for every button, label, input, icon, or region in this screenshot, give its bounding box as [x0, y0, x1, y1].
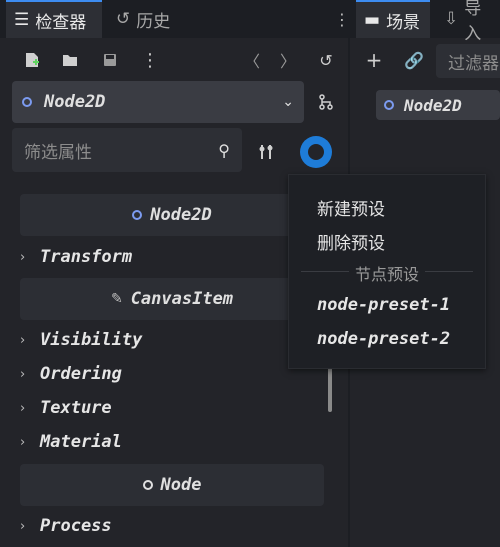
search-icon: ⚲ [218, 140, 230, 160]
filter-placeholder: 筛选属性 [24, 142, 92, 163]
scene-icon: ▬ [364, 10, 381, 30]
history-icon[interactable]: ↺ [314, 48, 338, 72]
property-visibility-label: Visibility [40, 330, 143, 350]
property-ordering-label: Ordering [40, 364, 122, 384]
menu-item-preset-1[interactable]: node-preset-1 [317, 295, 450, 315]
tab-menu-icon[interactable]: ⋮ [334, 10, 350, 29]
node-tree-icon[interactable] [314, 90, 338, 114]
property-transform-label: Transform [40, 247, 133, 267]
tab-import-label: 导入 [464, 0, 482, 44]
import-icon: ⇩ [444, 9, 459, 29]
tab-history-label: 历史 [136, 11, 171, 32]
chevron-right-icon: › [20, 332, 26, 348]
property-transform[interactable]: › Transform [20, 242, 132, 272]
node-selector-value: Node2D [44, 92, 106, 112]
scene-tree-item-label: Node2D [404, 95, 462, 115]
property-texture[interactable]: › Texture [20, 393, 112, 423]
open-folder-icon[interactable] [58, 48, 82, 72]
scene-filter-input[interactable]: 过滤器 [436, 44, 500, 78]
property-material[interactable]: › Material [20, 427, 122, 457]
node-preset-popup: 新建预设 删除预设 节点预设 node-preset-1 node-preset… [288, 174, 486, 369]
link-icon[interactable]: 🔗 [402, 48, 426, 72]
section-node[interactable]: Node [20, 464, 324, 506]
add-node-button[interactable]: + [362, 48, 386, 72]
tab-import[interactable]: ⇩ 导入 [436, 0, 500, 44]
property-ordering[interactable]: › Ordering [20, 359, 122, 389]
tab-history[interactable]: ↺ 历史 [108, 0, 198, 38]
section-node2d[interactable]: Node2D [20, 194, 324, 236]
chevron-left-icon[interactable]: 〈 [240, 48, 264, 72]
section-canvasitem-label: CanvasItem [130, 289, 234, 309]
property-process[interactable]: › Process [20, 511, 112, 541]
chevron-right-icon[interactable]: 〉 [276, 48, 300, 72]
tab-scene[interactable]: ▬ 场景 [356, 0, 430, 38]
save-icon[interactable] [98, 48, 122, 72]
section-canvasitem[interactable]: ✎ CanvasItem [20, 278, 324, 320]
tab-scene-label: 场景 [386, 12, 421, 33]
chevron-right-icon: › [20, 400, 26, 416]
node2d-icon [384, 100, 394, 110]
menu-item-new-preset[interactable]: 新建预设 [317, 195, 385, 220]
chevron-right-icon: › [20, 434, 26, 450]
scene-tree-item-node2d[interactable]: Node2D [376, 90, 500, 120]
chevron-right-icon: › [20, 366, 26, 382]
tab-inspector-label: 检查器 [35, 12, 87, 33]
node-preset-button[interactable] [300, 136, 332, 168]
pencil-icon: ✎ [110, 291, 123, 307]
preset-icon [308, 144, 324, 160]
more-menu-icon[interactable]: ⋮ [138, 48, 162, 72]
property-material-label: Material [40, 432, 122, 452]
chevron-right-icon: › [20, 518, 26, 534]
property-texture-label: Texture [40, 398, 112, 418]
scene-tabbar: ▬ 场景 ⇩ 导入 [350, 0, 500, 44]
node2d-icon [22, 97, 32, 107]
property-visibility[interactable]: › Visibility [20, 325, 142, 355]
section-node2d-label: Node2D [150, 205, 212, 225]
node2d-icon [132, 210, 143, 220]
property-filter-input[interactable]: 筛选属性 ⚲ [12, 128, 242, 172]
inspector-tabbar: ☰ 检查器 ↺ 历史 ⋮ [0, 0, 350, 38]
section-node-label: Node [160, 475, 202, 495]
node-icon [142, 480, 153, 490]
history-icon: ↺ [116, 9, 131, 29]
menu-item-preset-2[interactable]: node-preset-2 [317, 329, 450, 349]
tab-inspector[interactable]: ☰ 检查器 [6, 0, 102, 38]
menu-item-delete-preset[interactable]: 删除预设 [317, 229, 385, 254]
scene-filter-placeholder: 过滤器 [448, 53, 499, 74]
tools-icon[interactable] [254, 140, 278, 164]
chevron-right-icon: › [20, 249, 26, 265]
inspector-scrollbar[interactable] [328, 364, 332, 412]
new-resource-icon[interactable] [20, 48, 44, 72]
chevron-down-icon: ⌄ [282, 94, 294, 110]
node-selector[interactable]: Node2D ⌄ [12, 81, 304, 123]
list-icon: ☰ [14, 10, 30, 30]
property-process-label: Process [40, 516, 112, 536]
section-label-node-presets: 节点预设 [289, 261, 485, 285]
